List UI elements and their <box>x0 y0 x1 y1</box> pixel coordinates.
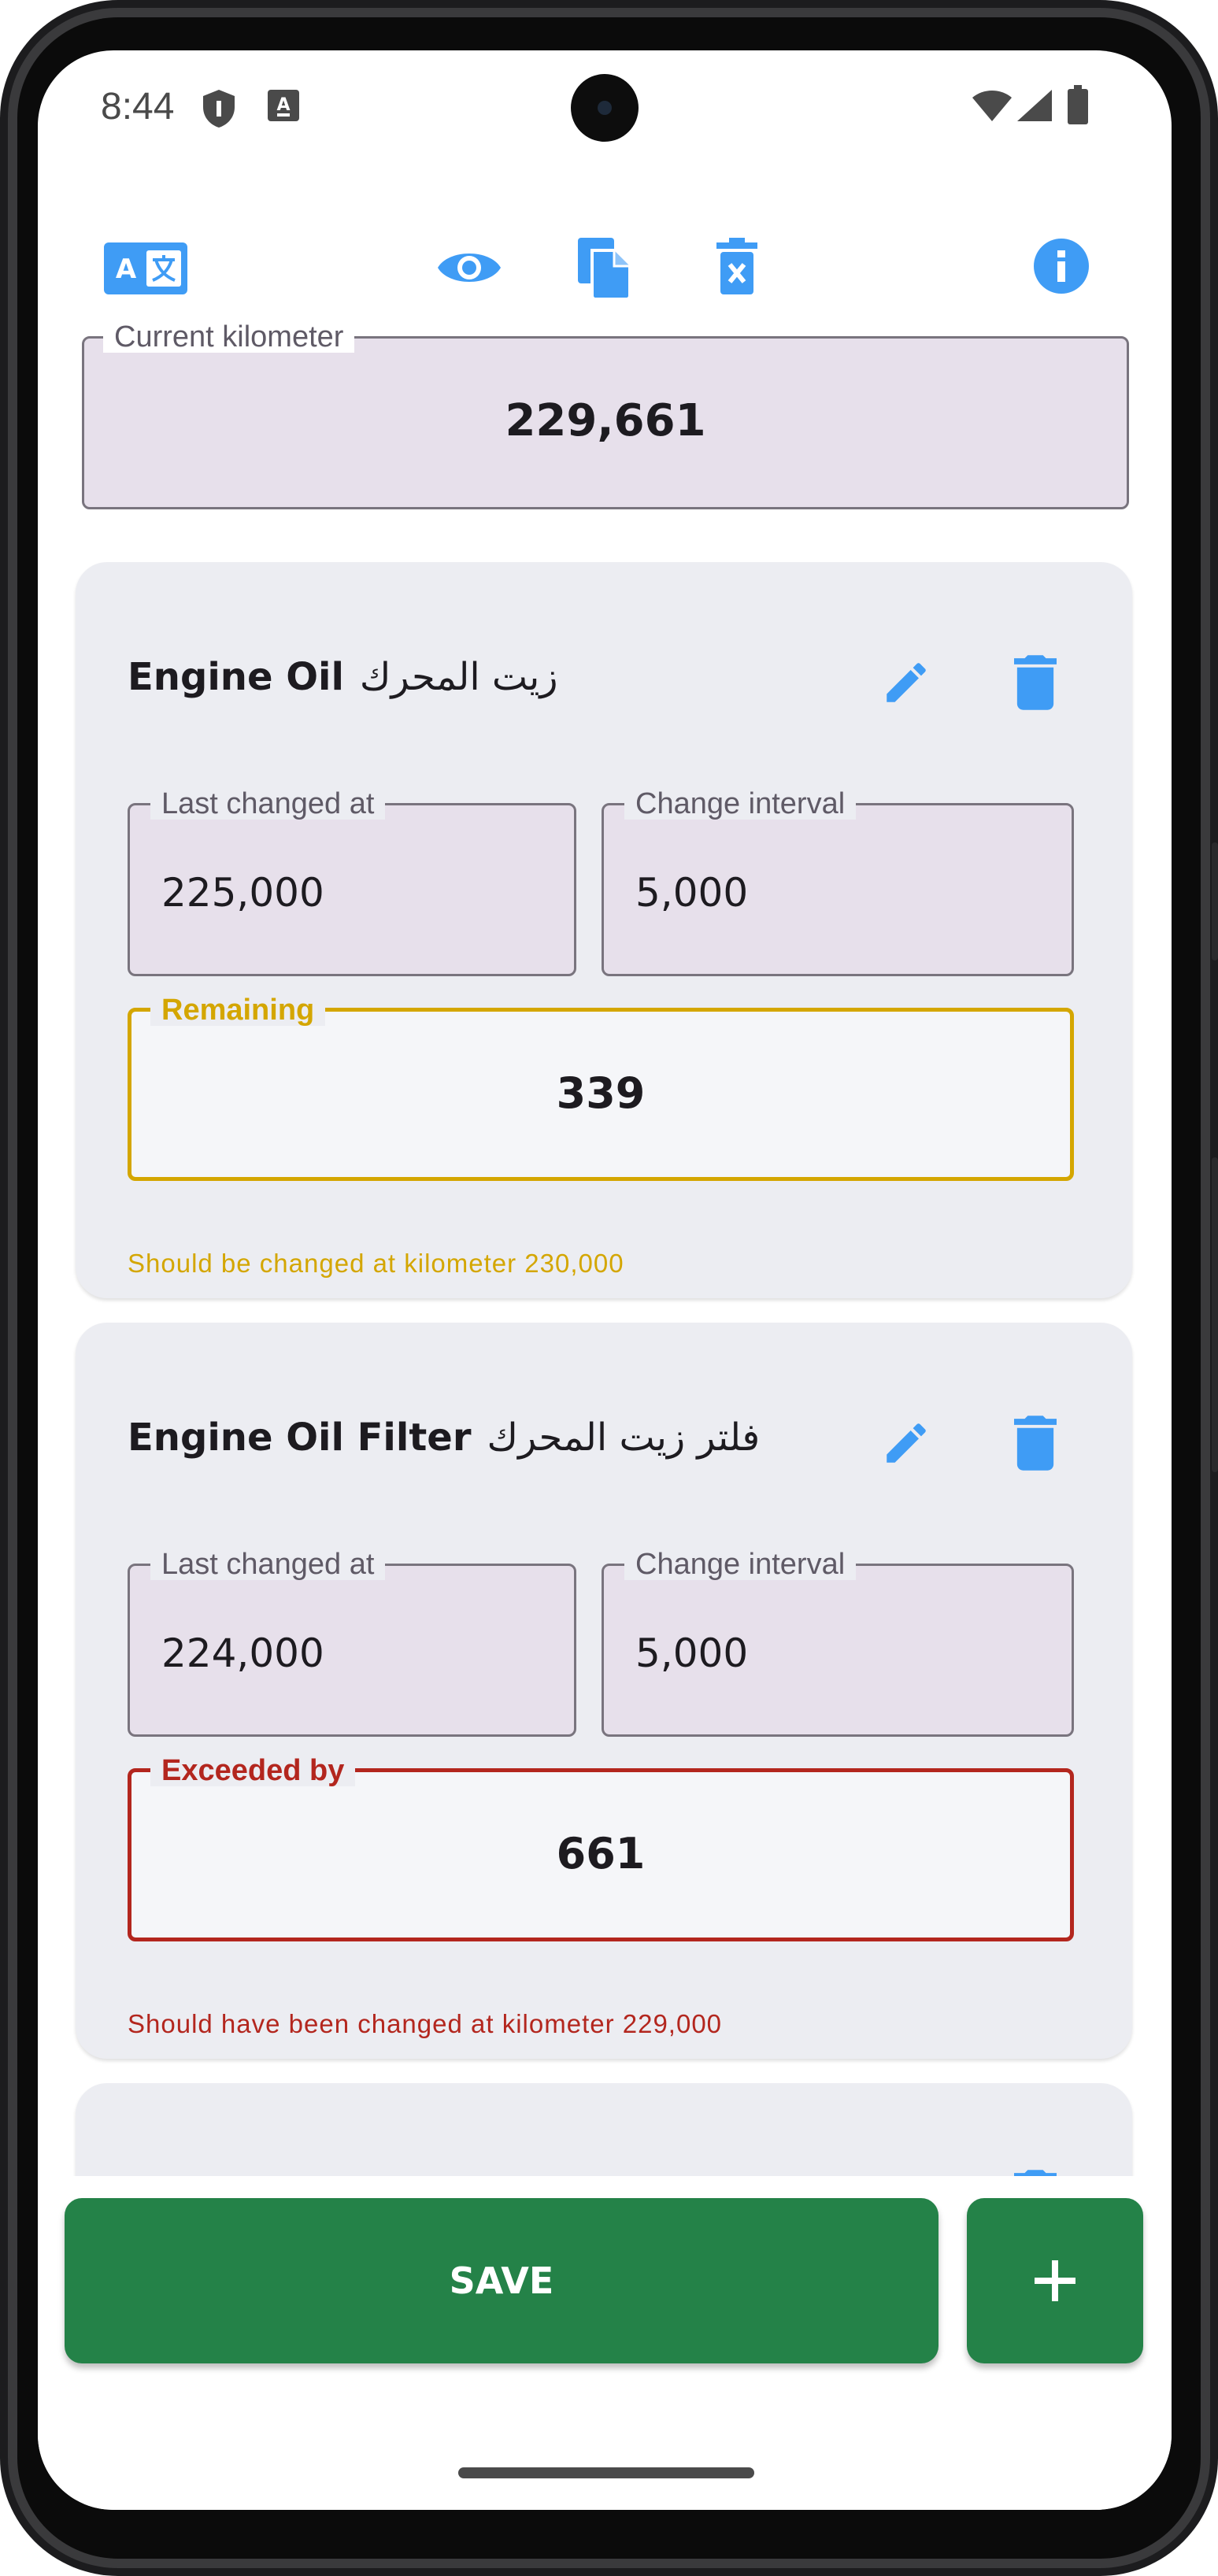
wifi-icon <box>972 91 1012 121</box>
home-indicator[interactable] <box>458 2467 754 2478</box>
change-interval-value: 5,000 <box>635 870 749 916</box>
volume-button <box>1212 842 1218 960</box>
app-screen: 8:44 A A Current kilometer 229,661 Engin… <box>38 50 1172 2510</box>
delete-icon[interactable] <box>1014 1416 1057 1471</box>
last-changed-field[interactable]: Last changed at 225,000 <box>128 788 576 976</box>
battery-icon <box>1068 85 1088 124</box>
change-interval-value: 5,000 <box>635 1630 749 1676</box>
exceeded-value: 661 <box>556 1829 646 1878</box>
front-camera <box>571 74 639 142</box>
copy-icon[interactable] <box>576 236 631 299</box>
change-interval-label: Change interval <box>624 1549 857 1580</box>
exceeded-field: Exceeded by 661 <box>128 1755 1074 1941</box>
last-changed-field[interactable]: Last changed at 224,000 <box>128 1549 576 1737</box>
save-button[interactable]: SAVE <box>65 2198 938 2363</box>
item-name-en: Engine Oil Filter <box>128 1416 472 1460</box>
remaining-label: Remaining <box>150 994 326 1026</box>
current-km-field[interactable]: Current kilometer 229,661 <box>82 321 1129 509</box>
current-km-value: 229,661 <box>505 395 706 446</box>
info-icon[interactable] <box>1033 238 1090 294</box>
last-changed-value: 225,000 <box>161 870 324 916</box>
remaining-field: Remaining 339 <box>128 994 1074 1181</box>
add-button[interactable] <box>967 2198 1143 2363</box>
edit-icon[interactable] <box>880 657 932 709</box>
power-button <box>1212 1157 1218 1472</box>
signal-icon <box>1017 90 1052 121</box>
shield-icon <box>203 90 235 128</box>
change-interval-field[interactable]: Change interval 5,000 <box>602 788 1074 976</box>
helper-text: Should be changed at kilometer 230,000 <box>128 1249 624 1278</box>
autofill-icon: A <box>268 90 299 121</box>
svg-text:A: A <box>116 254 137 285</box>
translate-icon[interactable]: A <box>104 242 187 294</box>
eye-icon[interactable] <box>436 244 502 291</box>
clear-delete-icon[interactable] <box>716 238 757 294</box>
bottom-action-bar: SAVE <box>38 2176 1172 2510</box>
status-time: 8:44 <box>101 86 175 128</box>
delete-icon[interactable] <box>1014 655 1057 710</box>
change-interval-label: Change interval <box>624 788 857 820</box>
last-changed-label: Last changed at <box>150 788 386 820</box>
maintenance-card: Engine Oil زيت المحرك Last changed at 225… <box>76 562 1132 1298</box>
item-name-ar: زيت المحرك <box>359 655 558 699</box>
exceeded-label: Exceeded by <box>150 1755 356 1786</box>
remaining-value: 339 <box>556 1068 646 1118</box>
item-title: Engine Oil زيت المحرك <box>128 655 558 699</box>
item-name-ar: فلتر زيت المحرك <box>487 1416 761 1460</box>
maintenance-card: Engine Oil Filter فلتر زيت المحرك Last ch… <box>76 1323 1132 2059</box>
item-title: Engine Oil Filter فلتر زيت المحرك <box>128 1416 760 1460</box>
svg-text:A: A <box>276 95 290 115</box>
item-name-en: Engine Oil <box>128 655 344 699</box>
current-km-label: Current kilometer <box>103 321 355 353</box>
last-changed-value: 224,000 <box>161 1630 324 1676</box>
helper-text: Should have been changed at kilometer 22… <box>128 2009 723 2038</box>
change-interval-field[interactable]: Change interval 5,000 <box>602 1549 1074 1737</box>
plus-icon <box>1035 2260 1075 2301</box>
last-changed-label: Last changed at <box>150 1549 386 1580</box>
edit-icon[interactable] <box>880 1417 932 1469</box>
